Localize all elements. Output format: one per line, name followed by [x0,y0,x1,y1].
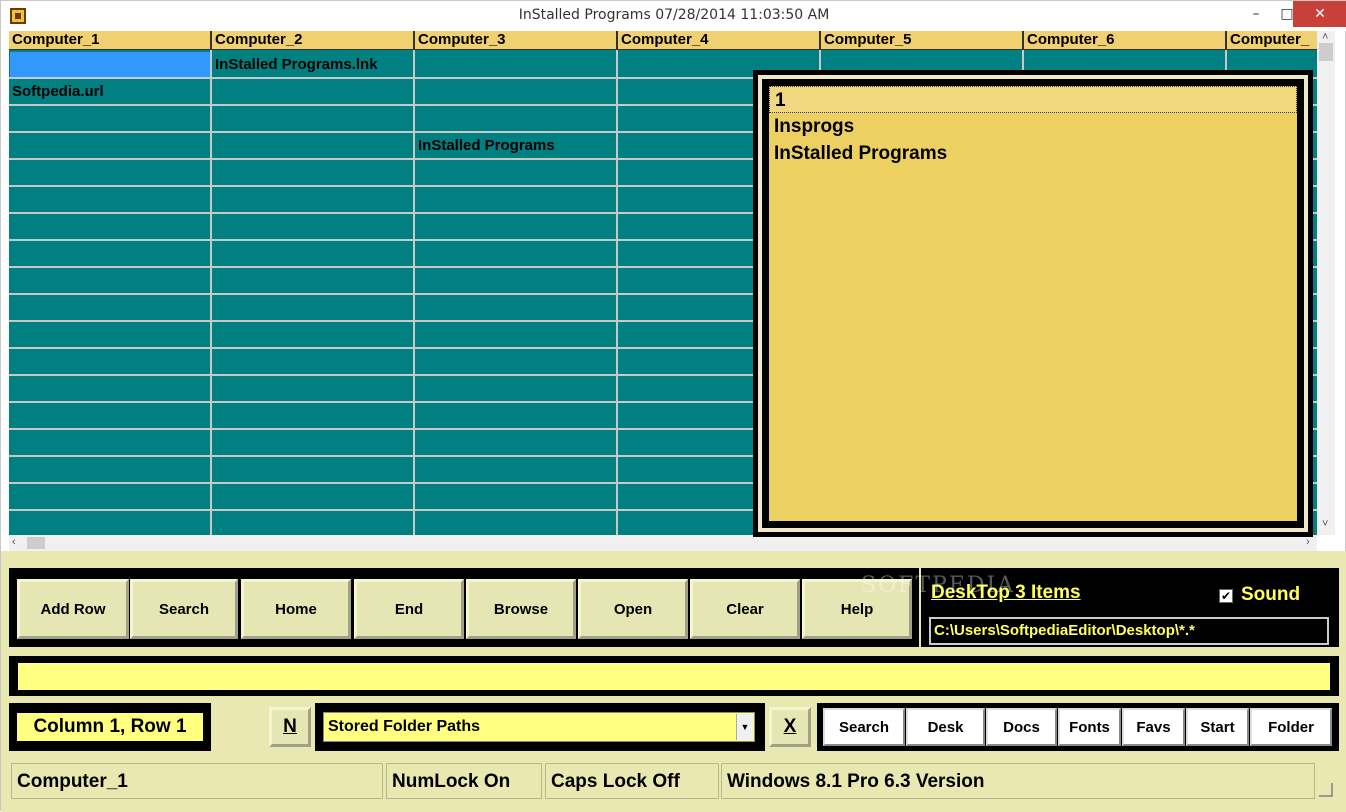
quick-folder-button[interactable]: Folder [1250,708,1332,746]
info-popup: 1 Insprogs InStalled Programs [753,70,1313,537]
column-header[interactable]: Computer_2 [212,31,415,50]
title-bar: InStalled Programs 07/28/2014 11:03:50 A… [1,1,1346,31]
column-header[interactable]: Computer_3 [415,31,618,50]
quick-fonts-button[interactable]: Fonts [1058,708,1121,746]
message-field[interactable] [18,663,1330,690]
status-numlock: NumLock On [386,763,542,799]
open-button[interactable]: Open [578,579,688,639]
column-header[interactable]: Computer_4 [618,31,821,50]
scroll-down-icon[interactable]: ˅ [1322,518,1328,530]
horizontal-scroll-thumb[interactable] [27,537,45,549]
status-capslock: Caps Lock Off [545,763,719,799]
quick-docs-button[interactable]: Docs [986,708,1057,746]
search-button[interactable]: Search [130,579,238,639]
resize-grip-icon[interactable] [1319,783,1333,797]
selected-cell[interactable] [10,52,210,77]
desktop-path: C:\Users\SoftpediaEditor\Desktop\*.* [929,617,1329,645]
quick-favs-button[interactable]: Favs [1122,708,1185,746]
grid-cell[interactable]: InStalled Programs.lnk [212,52,378,77]
column-header[interactable]: Computer_5 [821,31,1024,50]
popup-list[interactable]: 1 Insprogs InStalled Programs [769,86,1297,521]
folder-paths-select[interactable]: Stored Folder Paths [323,712,755,742]
popup-list-item[interactable]: 1 [769,86,1297,113]
n-button[interactable]: N [269,707,311,747]
close-button[interactable]: ✕ [1293,1,1346,27]
home-button[interactable]: Home [241,579,351,639]
scroll-up-icon[interactable]: ˄ [1322,31,1328,43]
column-header[interactable]: Computer_ [1227,31,1317,50]
x-button[interactable]: X [769,707,811,747]
quick-desk-button[interactable]: Desk [906,708,985,746]
column-header[interactable]: Computer_6 [1024,31,1227,50]
app-window: InStalled Programs 07/28/2014 11:03:50 A… [0,0,1346,812]
popup-list-item[interactable]: Insprogs [769,113,1297,140]
sound-checkbox[interactable]: ✔ [1219,589,1233,603]
position-indicator: Column 1, Row 1 [17,713,203,741]
status-current-cell: Computer_1 [11,763,383,799]
scroll-left-icon[interactable]: ‹ [12,536,16,548]
browse-button[interactable]: Browse [466,579,576,639]
vertical-scroll-thumb[interactable] [1319,43,1333,61]
watermark: SOFTPEDIA [861,573,1016,598]
quick-start-button[interactable]: Start [1186,708,1249,746]
status-os-version: Windows 8.1 Pro 6.3 Version [721,763,1315,799]
scroll-right-icon[interactable]: › [1306,536,1310,548]
window-title: InStalled Programs 07/28/2014 11:03:50 A… [518,7,830,23]
grid-cell[interactable]: Softpedia.url [9,79,104,104]
clear-button[interactable]: Clear [690,579,800,639]
chevron-down-icon[interactable]: ▼ [736,714,753,740]
add-row-button[interactable]: Add Row [17,579,129,639]
quick-search-button[interactable]: Search [823,708,905,746]
sound-label[interactable]: Sound [1241,584,1300,606]
end-button[interactable]: End [354,579,464,639]
vertical-scrollbar[interactable] [1317,31,1335,535]
horizontal-scrollbar[interactable] [9,535,1317,551]
grid-cell[interactable]: InStalled Programs [415,133,555,158]
column-header[interactable]: Computer_1 [9,31,212,50]
popup-list-item[interactable]: InStalled Programs [769,140,1297,167]
